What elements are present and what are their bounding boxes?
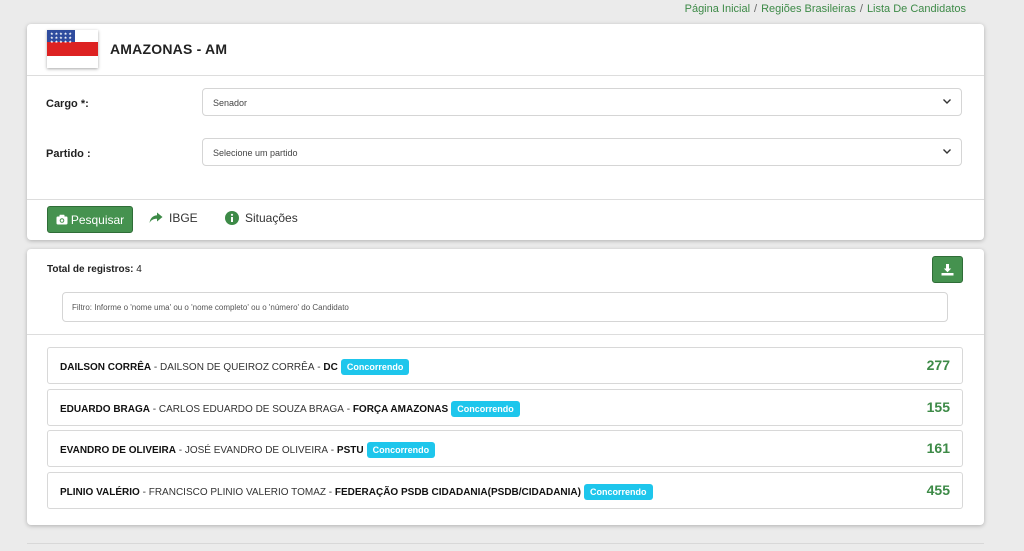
filter-input[interactable]: Filtro: Informe o 'nome uma' ou o 'nome … (62, 292, 948, 322)
state-flag: ★★★★★ ★★★★★ ★★★★★ (47, 30, 98, 68)
download-icon (941, 263, 954, 275)
pesquisar-button[interactable]: Pesquisar (47, 206, 133, 233)
candidate-short-name: PLINIO VALÉRIO (60, 486, 140, 498)
candidate-row[interactable]: EVANDRO DE OLIVEIRA - JOSÉ EVANDRO DE OL… (47, 430, 963, 467)
status-badge: Concorrendo (584, 484, 653, 500)
camera-icon (56, 214, 68, 225)
filter-placeholder: Filtro: Informe o 'nome uma' ou o 'nome … (72, 303, 349, 312)
candidate-info: PLINIO VALÉRIO - FRANCISCO PLINIO VALERI… (60, 484, 653, 500)
separator: - (150, 403, 159, 415)
footer-divider (27, 543, 984, 544)
breadcrumb-separator: / (754, 3, 758, 15)
candidate-full-name: DAILSON DE QUEIROZ CORRÊA (160, 361, 315, 373)
breadcrumb-current: Lista De Candidatos (866, 3, 966, 15)
partido-placeholder: Selecione um partido (213, 148, 298, 158)
share-arrow-icon (149, 212, 163, 223)
divider (27, 199, 984, 200)
situacoes-label: Situações (245, 211, 298, 225)
separator: - (175, 444, 185, 456)
chevron-down-icon (943, 149, 951, 154)
candidate-party: DC (323, 361, 338, 373)
candidate-short-name: EVANDRO DE OLIVEIRA (60, 444, 176, 456)
download-button[interactable] (932, 256, 963, 283)
candidate-party: PSTU (336, 444, 364, 456)
total-records: Total de registros: 4 (47, 264, 142, 275)
candidate-number: 277 (926, 357, 950, 373)
results-card: Total de registros: 4 Filtro: Informe o … (27, 249, 984, 525)
candidate-info: DAILSON CORRÊA - DAILSON DE QUEIROZ CORR… (60, 359, 410, 375)
status-badge: Concorrendo (451, 401, 520, 417)
candidate-number: 155 (926, 399, 950, 415)
candidate-full-name: JOSÉ EVANDRO DE OLIVEIRA (184, 444, 329, 456)
status-badge: Concorrendo (340, 359, 410, 375)
search-card: ★★★★★ ★★★★★ ★★★★★ AMAZONAS - AM Cargo *: S… (27, 24, 984, 240)
separator: - (139, 486, 149, 498)
separator: - (343, 403, 353, 415)
ibge-label: IBGE (169, 211, 198, 225)
total-label: Total de registros: (47, 264, 134, 275)
pesquisar-label: Pesquisar (70, 212, 125, 227)
candidate-party: FORÇA AMAZONAS (352, 403, 449, 415)
candidate-row[interactable]: PLINIO VALÉRIO - FRANCISCO PLINIO VALERI… (47, 472, 963, 509)
separator: - (325, 486, 335, 498)
candidate-short-name: EDUARDO BRAGA (60, 403, 150, 415)
candidate-info: EVANDRO DE OLIVEIRA - JOSÉ EVANDRO DE OL… (60, 442, 436, 458)
candidate-number: 161 (926, 440, 950, 456)
breadcrumb: Página Inicial / Regiões Brasileiras / Lista… (685, 3, 966, 15)
breadcrumb-separator: / (859, 3, 863, 15)
candidate-row[interactable]: EDUARDO BRAGA - CARLOS EDUARDO DE SOUZA … (47, 389, 963, 426)
cargo-selected-value: Senador (213, 98, 248, 108)
separator: - (328, 444, 337, 456)
breadcrumb-regions-link[interactable]: Regiões Brasileiras (761, 3, 856, 15)
candidate-full-name: CARLOS EDUARDO DE SOUZA BRAGA (158, 403, 344, 415)
partido-label: Partido : (46, 148, 91, 160)
info-icon (225, 211, 239, 225)
flag-stars-icon: ★★★★★ ★★★★★ ★★★★★ (50, 31, 73, 44)
separator: - (314, 361, 324, 373)
separator: - (151, 361, 161, 373)
chevron-down-icon (943, 99, 951, 104)
candidate-full-name: FRANCISCO PLINIO VALERIO TOMAZ (148, 486, 326, 498)
divider (27, 334, 984, 335)
candidate-party: FEDERAÇÃO PSDB CIDADANIA(PSDB/CIDADANIA) (334, 486, 581, 498)
state-title: AMAZONAS - AM (110, 41, 228, 57)
situacoes-link[interactable]: Situações (225, 211, 298, 225)
candidate-short-name: DAILSON CORRÊA (60, 361, 152, 373)
candidate-info: EDUARDO BRAGA - CARLOS EDUARDO DE SOUZA … (60, 401, 520, 417)
state-header: ★★★★★ ★★★★★ ★★★★★ AMAZONAS - AM (27, 24, 984, 76)
breadcrumb-home-link[interactable]: Página Inicial (685, 3, 750, 15)
partido-select[interactable]: Selecione um partido (202, 138, 962, 166)
candidate-row[interactable]: DAILSON CORRÊA - DAILSON DE QUEIROZ CORR… (47, 347, 963, 384)
total-value: 4 (136, 264, 142, 275)
status-badge: Concorrendo (366, 442, 436, 458)
candidate-number: 455 (926, 482, 950, 498)
cargo-select[interactable]: Senador (202, 88, 962, 116)
ibge-link[interactable]: IBGE (149, 211, 198, 225)
cargo-label: Cargo *: (46, 98, 89, 110)
